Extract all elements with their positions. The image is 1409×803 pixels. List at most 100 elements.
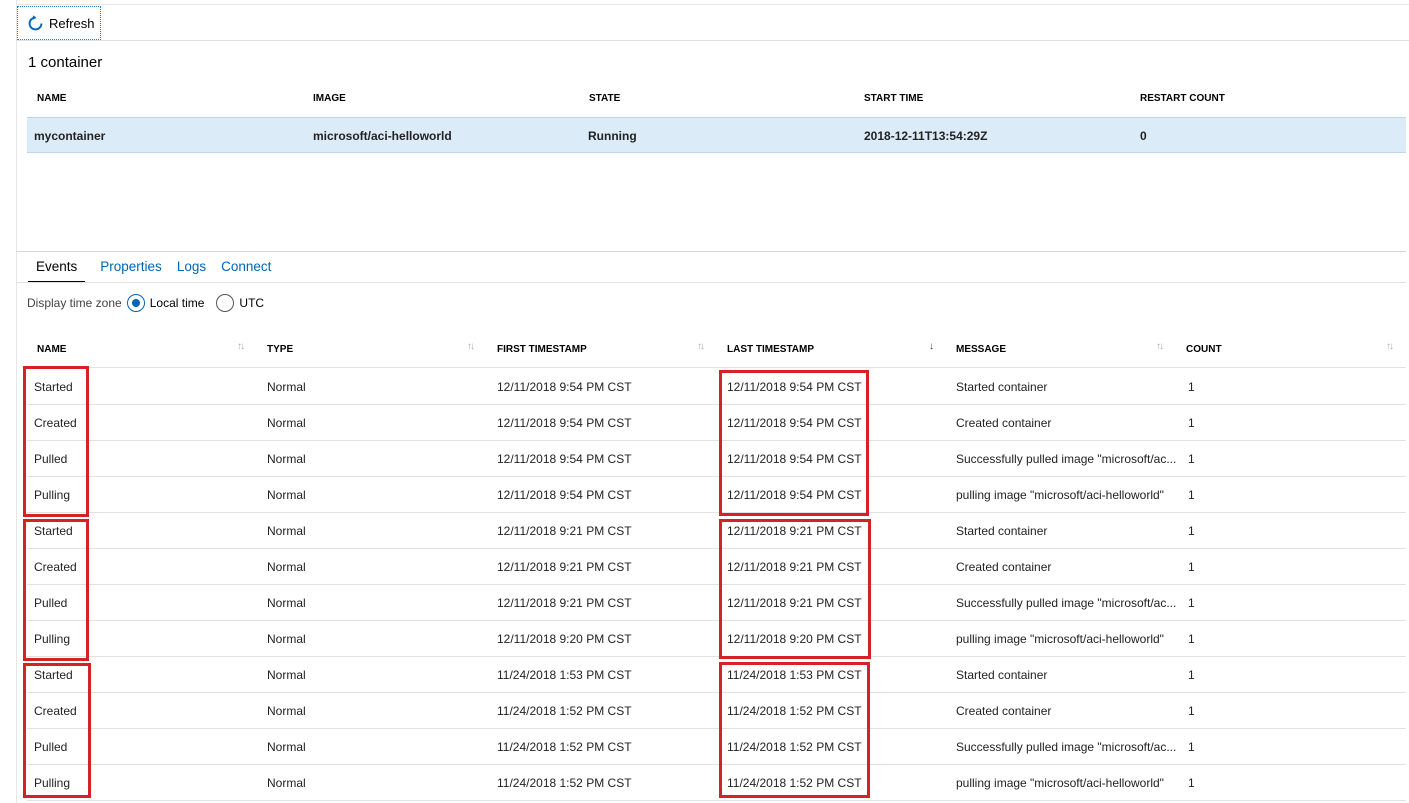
- containers-table: NAME IMAGE STATE START TIME RESTART COUN…: [27, 88, 1406, 153]
- column-header-count[interactable]: COUNT: [1186, 344, 1222, 355]
- sort-arrows-icon[interactable]: ↑↓: [697, 341, 705, 352]
- event-count: 1: [1188, 668, 1195, 682]
- event-type: Normal: [267, 560, 306, 574]
- event-message: Created container: [956, 560, 1052, 574]
- event-first-timestamp: 12/11/2018 9:54 PM CST: [497, 416, 632, 430]
- event-message: Started container: [956, 668, 1048, 682]
- event-count: 1: [1188, 740, 1195, 754]
- event-count: 1: [1188, 380, 1195, 394]
- event-message: Successfully pulled image "microsoft/ac.…: [956, 596, 1177, 610]
- event-row[interactable]: Created Normal 11/24/2018 1:52 PM CST 11/24…: [27, 693, 1406, 729]
- event-type: Normal: [267, 632, 306, 646]
- event-count: 1: [1188, 416, 1195, 430]
- event-first-timestamp: 12/11/2018 9:21 PM CST: [497, 560, 632, 574]
- column-header-restart-count[interactable]: RESTART COUNT: [1140, 93, 1225, 104]
- event-row[interactable]: Started Normal 12/11/2018 9:21 PM CST 12/11…: [27, 513, 1406, 549]
- blade-edge: [16, 0, 17, 803]
- sort-arrows-icon[interactable]: ↑↓: [1156, 341, 1164, 352]
- section-divider: [16, 251, 1406, 252]
- radio-selected-dot: [131, 299, 140, 307]
- radio-utc[interactable]: [216, 294, 235, 312]
- command-bar: Refresh: [16, 5, 1409, 41]
- tab-properties[interactable]: Properties: [100, 259, 162, 283]
- event-count: 1: [1188, 632, 1195, 646]
- event-type: Normal: [267, 488, 306, 502]
- event-message: Successfully pulled image "microsoft/ac.…: [956, 452, 1177, 466]
- event-row[interactable]: Created Normal 12/11/2018 9:21 PM CST 12/11…: [27, 549, 1406, 585]
- event-count: 1: [1188, 776, 1195, 790]
- option-local-time-label[interactable]: Local time: [150, 296, 205, 310]
- container-restart-count: 0: [1140, 129, 1147, 143]
- container-name: mycontainer: [34, 129, 106, 143]
- highlight-box: [23, 366, 89, 517]
- containers-table-header: NAME IMAGE STATE START TIME RESTART COUN…: [27, 88, 1406, 110]
- event-first-timestamp: 11/24/2018 1:53 PM CST: [497, 668, 632, 682]
- highlight-box: [23, 519, 89, 661]
- container-row[interactable]: mycontainer microsoft/aci-helloworld Run…: [27, 117, 1406, 153]
- column-header-type[interactable]: TYPE: [267, 344, 293, 355]
- highlight-box: [719, 662, 870, 798]
- column-header-image[interactable]: IMAGE: [313, 93, 346, 104]
- highlight-box: [719, 370, 869, 516]
- tab-logs[interactable]: Logs: [177, 259, 206, 283]
- event-row[interactable]: Started Normal 12/11/2018 9:54 PM CST 12/11…: [27, 369, 1406, 405]
- timezone-selector: Display time zone Local time UTC: [27, 294, 276, 312]
- event-first-timestamp: 12/11/2018 9:54 PM CST: [497, 380, 632, 394]
- event-message: Started container: [956, 380, 1048, 394]
- highlight-box: [719, 519, 871, 659]
- refresh-label: Refresh: [49, 15, 95, 31]
- timezone-label: Display time zone: [27, 296, 122, 310]
- radio-local-time[interactable]: [126, 294, 145, 312]
- event-type: Normal: [267, 380, 306, 394]
- event-type: Normal: [267, 596, 306, 610]
- events-table: NAME ↑↓ TYPE ↑↓ FIRST TIMESTAMP ↑↓ LAST …: [27, 336, 1406, 801]
- event-type: Normal: [267, 740, 306, 754]
- event-row[interactable]: Pulled Normal 12/11/2018 9:54 PM CST 12/11/…: [27, 441, 1406, 477]
- sort-arrows-icon[interactable]: ↑↓: [237, 341, 245, 352]
- container-start-time: 2018-12-11T13:54:29Z: [864, 129, 988, 143]
- event-row[interactable]: Pulled Normal 11/24/2018 1:52 PM CST 11/24/…: [27, 729, 1406, 765]
- event-type: Normal: [267, 704, 306, 718]
- sort-arrows-icon[interactable]: ↑↓: [1386, 341, 1394, 352]
- event-row[interactable]: Created Normal 12/11/2018 9:54 PM CST 12/11…: [27, 405, 1406, 441]
- event-count: 1: [1188, 524, 1195, 538]
- event-count: 1: [1188, 704, 1195, 718]
- event-first-timestamp: 12/11/2018 9:54 PM CST: [497, 488, 632, 502]
- event-row[interactable]: Pulled Normal 12/11/2018 9:21 PM CST 12/11/…: [27, 585, 1406, 621]
- option-utc-label[interactable]: UTC: [239, 296, 264, 310]
- column-header-name[interactable]: NAME: [37, 344, 66, 355]
- event-first-timestamp: 12/11/2018 9:21 PM CST: [497, 524, 632, 538]
- column-header-first-timestamp[interactable]: FIRST TIMESTAMP: [497, 344, 587, 355]
- tab-events[interactable]: Events: [28, 259, 86, 283]
- event-type: Normal: [267, 416, 306, 430]
- event-row[interactable]: Started Normal 11/24/2018 1:53 PM CST 11/24…: [27, 657, 1406, 693]
- events-table-header: NAME ↑↓ TYPE ↑↓ FIRST TIMESTAMP ↑↓ LAST …: [27, 336, 1406, 368]
- event-first-timestamp: 12/11/2018 9:54 PM CST: [497, 452, 632, 466]
- refresh-icon: [28, 14, 43, 30]
- detail-tabs: Events Properties Logs Connect: [28, 259, 286, 283]
- event-message: pulling image "microsoft/aci-helloworld": [956, 776, 1164, 790]
- event-first-timestamp: 12/11/2018 9:21 PM CST: [497, 596, 632, 610]
- column-header-state[interactable]: STATE: [589, 93, 620, 104]
- sort-descending-icon[interactable]: ↓: [929, 341, 934, 352]
- event-message: Created container: [956, 704, 1052, 718]
- event-first-timestamp: 11/24/2018 1:52 PM CST: [497, 704, 632, 718]
- container-image: microsoft/aci-helloworld: [313, 129, 452, 143]
- column-header-start-time[interactable]: START TIME: [864, 93, 923, 104]
- container-count-title: 1 container: [28, 54, 103, 71]
- event-row[interactable]: Pulling Normal 11/24/2018 1:52 PM CST 11/24…: [27, 765, 1406, 801]
- event-message: pulling image "microsoft/aci-helloworld": [956, 632, 1164, 646]
- refresh-button[interactable]: Refresh: [17, 6, 101, 40]
- column-header-last-timestamp[interactable]: LAST TIMESTAMP: [727, 344, 814, 355]
- tab-divider: [16, 282, 1406, 283]
- event-row[interactable]: Pulling Normal 12/11/2018 9:20 PM CST 12/11…: [27, 621, 1406, 657]
- highlight-box: [23, 663, 91, 798]
- event-first-timestamp: 11/24/2018 1:52 PM CST: [497, 740, 632, 754]
- tab-connect[interactable]: Connect: [221, 259, 271, 283]
- event-type: Normal: [267, 668, 306, 682]
- event-message: Started container: [956, 524, 1048, 538]
- event-row[interactable]: Pulling Normal 12/11/2018 9:54 PM CST 12/11…: [27, 477, 1406, 513]
- column-header-name[interactable]: NAME: [37, 93, 66, 104]
- column-header-message[interactable]: MESSAGE: [956, 344, 1006, 355]
- sort-arrows-icon[interactable]: ↑↓: [467, 341, 475, 352]
